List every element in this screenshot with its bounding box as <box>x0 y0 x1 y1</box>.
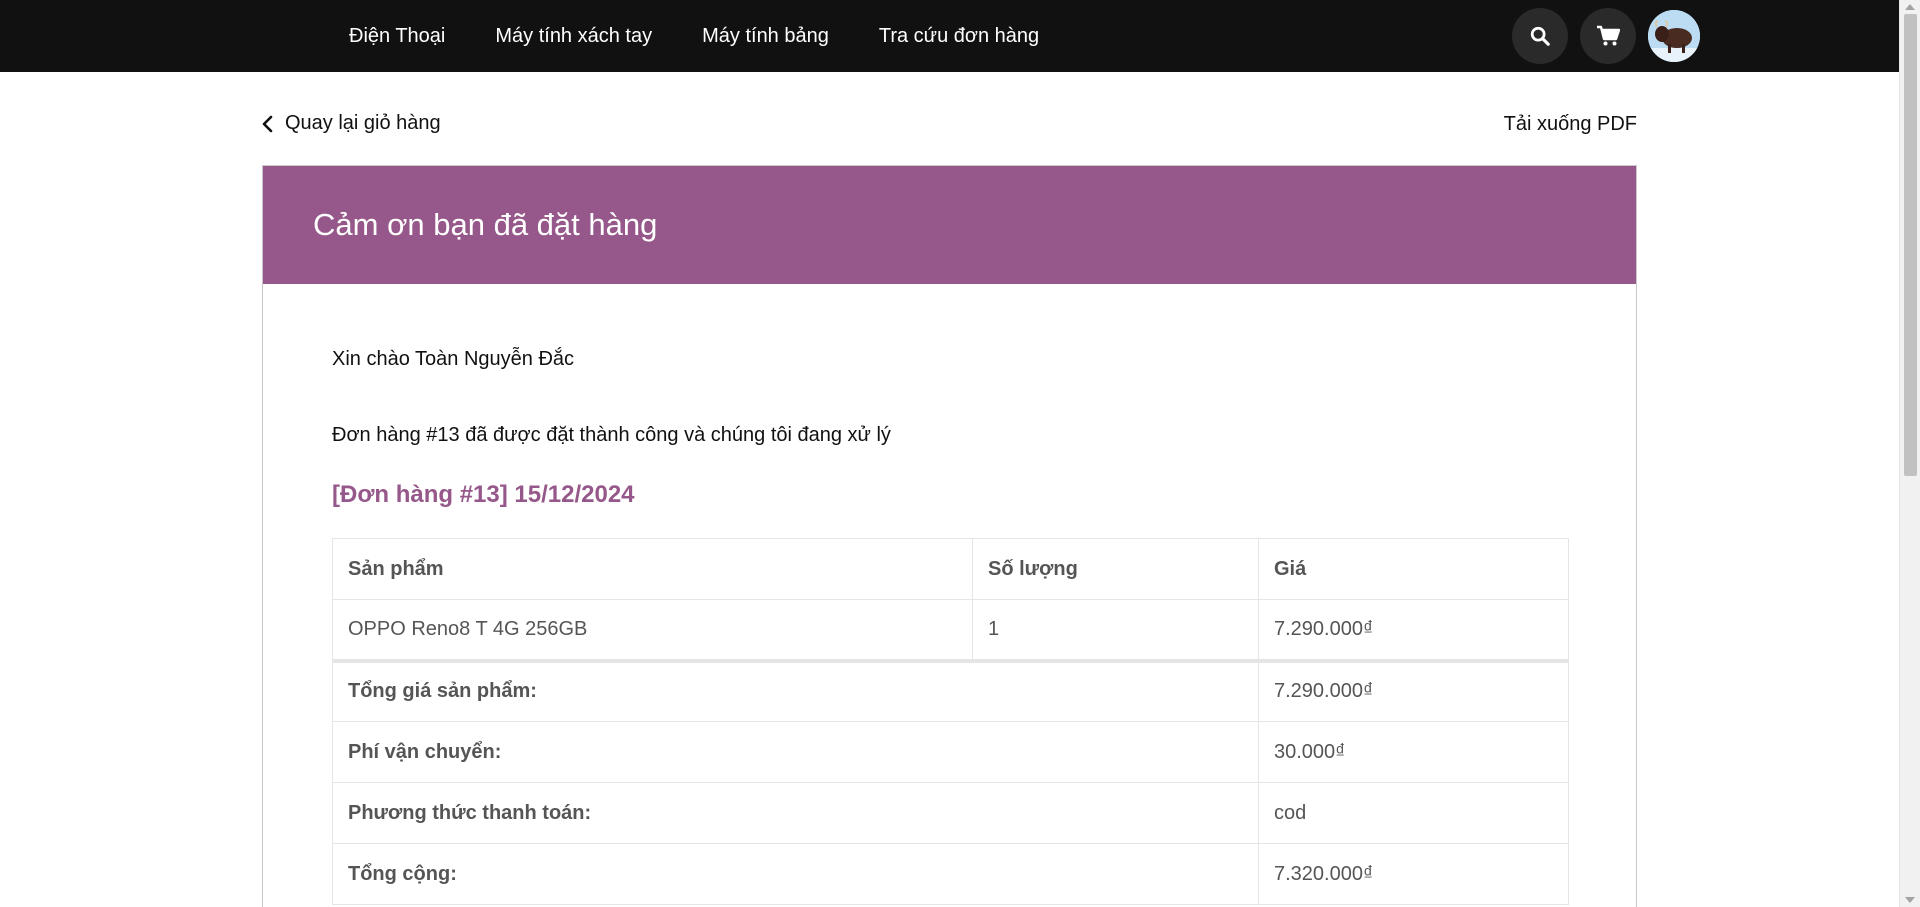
table-row: OPPO Reno8 T 4G 256GB 1 7.290.000₫ <box>332 599 1569 663</box>
card-body: Xin chào Toàn Nguyễn Đắc Đơn hàng #13 đã… <box>263 348 1636 905</box>
shipping-label: Phí vận chuyển: <box>332 721 1259 783</box>
search-icon <box>1530 26 1550 46</box>
shipping-value: 30.000₫ <box>1258 721 1569 783</box>
order-message: Đơn hàng #13 đã được đặt thành công và c… <box>332 424 891 446</box>
shipping-row: Phí vận chuyển: 30.000₫ <box>332 721 1569 783</box>
page-scrollbar[interactable] <box>1899 0 1920 907</box>
scroll-up-arrow[interactable] <box>1905 4 1915 10</box>
nav-link-laptops[interactable]: Máy tính xách tay <box>495 25 652 48</box>
payment-method-row: Phương thức thanh toán: cod <box>332 782 1569 844</box>
nav-link-order-lookup[interactable]: Tra cứu đơn hàng <box>879 25 1039 48</box>
header-price: Giá <box>1258 538 1569 600</box>
avatar[interactable] <box>1648 10 1700 62</box>
scroll-thumb[interactable] <box>1904 14 1917 476</box>
cart-button[interactable] <box>1580 8 1636 64</box>
order-confirmation-card: Cảm ơn bạn đã đặt hàng Xin chào Toàn Ngu… <box>262 165 1637 907</box>
nav-icons <box>1512 8 1700 64</box>
subtotal-label: Tổng giá sản phẩm: <box>332 660 1259 722</box>
nav-links: Điện Thoại Máy tính xách tay Máy tính bả… <box>349 0 1089 72</box>
card-header: Cảm ơn bạn đã đặt hàng <box>263 166 1636 284</box>
total-row: Tổng cộng: 7.320.000₫ <box>332 843 1569 905</box>
greeting-text: Xin chào Toàn Nguyễn Đắc <box>332 348 575 370</box>
chevron-left-icon <box>262 115 273 132</box>
total-value: 7.320.000₫ <box>1258 843 1569 905</box>
product-quantity: 1 <box>972 599 1259 663</box>
subtotal-value: 7.290.000₫ <box>1258 660 1569 722</box>
header-product: Sản phẩm <box>332 538 973 600</box>
bull-avatar-icon <box>1648 10 1700 62</box>
order-table: Sản phẩm Số lượng Giá OPPO Reno8 T 4G 25… <box>332 538 1569 905</box>
top-navbar: Điện Thoại Máy tính xách tay Máy tính bả… <box>0 0 1899 72</box>
total-label: Tổng cộng: <box>332 843 1259 905</box>
search-button[interactable] <box>1512 8 1568 64</box>
card-title: Cảm ơn bạn đã đặt hàng <box>313 207 658 242</box>
subtotal-row: Tổng giá sản phẩm: 7.290.000₫ <box>332 660 1569 722</box>
back-to-cart-link[interactable]: Quay lại giỏ hàng <box>262 112 441 135</box>
order-heading: [Đơn hàng #13] 15/12/2024 <box>332 481 635 508</box>
header-quantity: Số lượng <box>972 538 1259 600</box>
scroll-down-arrow[interactable] <box>1905 897 1915 903</box>
download-pdf-link[interactable]: Tải xuống PDF <box>1504 113 1637 136</box>
payment-method-value: cod <box>1258 782 1569 844</box>
cart-icon <box>1597 25 1620 46</box>
product-price: 7.290.000₫ <box>1258 599 1569 663</box>
back-to-cart-label: Quay lại giỏ hàng <box>285 112 441 134</box>
nav-link-tablets[interactable]: Máy tính bảng <box>702 25 829 48</box>
payment-method-label: Phương thức thanh toán: <box>332 782 1259 844</box>
nav-link-phones[interactable]: Điện Thoại <box>349 25 445 48</box>
table-header-row: Sản phẩm Số lượng Giá <box>332 538 1569 600</box>
product-name: OPPO Reno8 T 4G 256GB <box>332 599 973 663</box>
